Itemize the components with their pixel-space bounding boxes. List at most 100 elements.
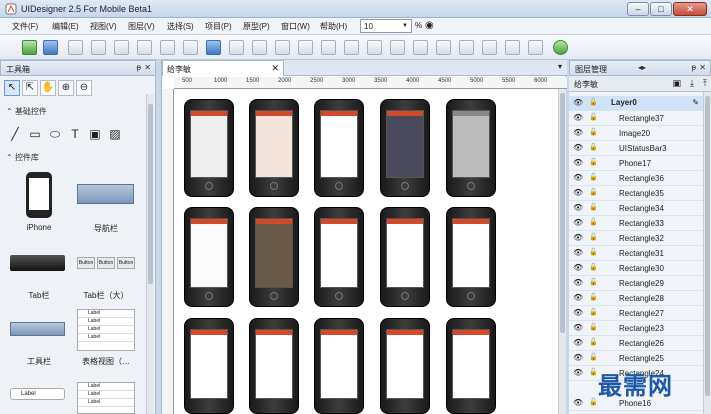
canvas-scrollbar[interactable] [558,89,566,414]
pin-icon[interactable]: ᵽ [692,63,696,72]
select-arrow-icon[interactable]: ↖ [4,80,20,96]
iphone-control[interactable] [26,172,52,218]
eye-icon[interactable]: 👁 [573,218,583,227]
eye-icon[interactable]: 👁 [573,113,583,122]
lock-icon[interactable]: 🔓 [589,188,598,196]
redo-icon[interactable] [114,40,129,55]
layers-scrollbar[interactable] [703,92,711,414]
lock-icon[interactable]: 🔓 [589,218,598,226]
scroll-thumb[interactable] [148,104,153,284]
direct-select-icon[interactable]: ⇱ [22,80,38,96]
layer-row[interactable]: 👁 🔓 Phone17 [569,156,703,171]
close-tab-icon[interactable]: ✕ [271,63,279,74]
lock-icon[interactable]: 🔓 [589,128,598,136]
eye-icon[interactable]: 👁 [573,158,583,167]
lock-icon[interactable]: 🔓 [589,323,598,331]
phone-mockup[interactable] [380,99,430,197]
copy-icon[interactable] [160,40,175,55]
layer-row[interactable]: 👁 🔓 Rectangle30 [569,261,703,276]
menu-window[interactable]: 窗口(W) [281,21,310,32]
menu-file[interactable]: 文件(F) [12,21,38,32]
image-tool-icon[interactable]: ▨ [108,127,122,141]
rectangle-tool-icon[interactable]: ▭ [28,127,42,141]
lock-icon[interactable]: 🔓 [589,293,598,301]
box-tool-icon[interactable]: ▣ [88,127,102,141]
eye-icon[interactable]: 👁 [573,368,583,377]
send-backward-icon[interactable] [321,40,336,55]
eye-icon[interactable]: 👁 [573,233,583,242]
close-icon[interactable]: ✕ [699,63,706,72]
cut-icon[interactable] [137,40,152,55]
arrows-icon[interactable]: ◂▸ [638,63,646,72]
layer-row[interactable]: 👁 🔓 Image20 [569,126,703,141]
play-icon[interactable] [553,40,568,55]
eye-icon[interactable]: 👁 [573,338,583,347]
toolbox-scrollbar[interactable] [146,94,154,414]
open-icon[interactable] [68,40,83,55]
layer-row[interactable]: 👁 🔓 Rectangle27 [569,306,703,321]
lock-icon[interactable]: 🔓 [589,308,598,316]
menu-view[interactable]: 视图(V) [90,21,117,32]
zoom-in-icon[interactable]: ⊕ [58,80,74,96]
eye-icon[interactable]: 👁 [573,203,583,212]
lock-icon[interactable]: 🔓 [589,173,598,181]
phone-mockup[interactable] [314,318,364,414]
group-icon[interactable] [229,40,244,55]
upload-icon[interactable]: ⤒ [703,78,707,89]
preview-eye-icon[interactable]: ◉ [425,20,434,31]
layer-row[interactable]: 👁 🔓 Rectangle25 [569,351,703,366]
lock-icon[interactable]: 🔓 [589,248,598,256]
segmented-control[interactable]: Button Button Button [77,257,135,269]
close-icon[interactable]: ✕ [144,63,151,72]
scroll-thumb[interactable] [560,93,565,333]
document-tab[interactable]: 给李敏 ✕ [162,60,284,76]
lock-icon[interactable]: 🔓 [589,398,598,406]
tab-dropdown-icon[interactable]: ▾ [558,62,562,71]
menu-project[interactable]: 项目(P) [205,21,232,32]
phone-mockup[interactable] [184,99,234,197]
bring-forward-icon[interactable] [298,40,313,55]
layer-row[interactable]: 👁 🔓 Rectangle32 [569,231,703,246]
zoom-select[interactable]: 10 ▼ [360,19,412,33]
lock-icon[interactable]: 🔓 [589,143,598,151]
lock-icon[interactable]: 🔓 [589,158,598,166]
bring-front-icon[interactable] [275,40,290,55]
paste-icon[interactable] [183,40,198,55]
image-icon[interactable] [206,40,221,55]
eye-icon[interactable]: 👁 [573,308,583,317]
list-control[interactable]: Label Label Label [77,382,135,414]
align-top-icon[interactable] [436,40,451,55]
eye-icon[interactable]: 👁 [573,128,583,137]
eye-icon[interactable]: 👁 [573,293,583,302]
eye-icon[interactable]: 👁 [573,263,583,272]
layer-row[interactable]: 👁 🔓 Rectangle36 [569,171,703,186]
align-bottom-icon[interactable] [482,40,497,55]
download-icon[interactable]: ⤓ [690,78,694,89]
layer-group-row[interactable]: 👁 🔓 Layer0 ✎ [569,96,703,111]
eye-icon[interactable]: 👁 [573,143,583,152]
eye-icon[interactable]: 👁 [573,323,583,332]
lock-icon[interactable]: 🔓 [589,203,598,211]
phone-mockup[interactable] [314,207,364,307]
eye-icon[interactable]: 👁 [573,248,583,257]
eye-icon[interactable]: 👁 [573,353,583,362]
eye-icon[interactable]: 👁 [573,173,583,182]
zoom-out-icon[interactable]: ⊖ [76,80,92,96]
layer-row[interactable]: 👁 🔓 Rectangle33 [569,216,703,231]
phone-mockup[interactable] [184,318,234,414]
eye-icon[interactable]: 👁 [573,98,583,107]
phone-mockup[interactable] [314,99,364,197]
new-layer-icon[interactable]: ▣ [672,78,681,89]
menu-select[interactable]: 选择(S) [167,21,194,32]
phone-mockup[interactable] [446,207,496,307]
layer-row[interactable]: 👁 🔓 Rectangle23 [569,321,703,336]
label-control[interactable]: Label [10,388,65,400]
lock-icon[interactable]: 🔓 [589,353,598,361]
eye-icon[interactable]: 👁 [573,188,583,197]
ungroup-icon[interactable] [252,40,267,55]
lock-icon[interactable]: 🔓 [589,263,598,271]
close-button[interactable]: ✕ [673,2,707,16]
eye-icon[interactable]: 👁 [573,278,583,287]
phone-mockup[interactable] [184,207,234,307]
lock-icon[interactable]: 🔓 [589,98,598,106]
